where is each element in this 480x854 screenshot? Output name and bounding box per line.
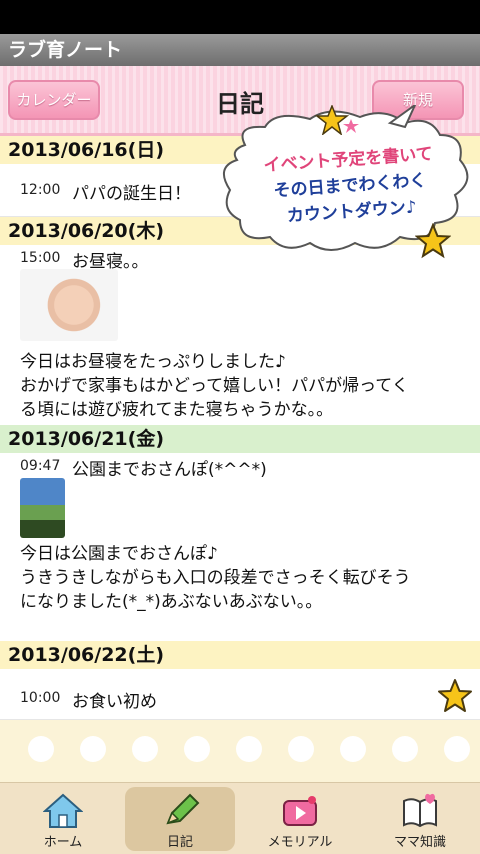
- entry-body: 今日はお昼寝をたっぷりしました♪ おかげで家事もはかどって嬉しい！パパが帰ってく…: [20, 350, 476, 422]
- home-icon: [43, 793, 83, 828]
- status-bar: [0, 0, 480, 34]
- video-icon: [283, 796, 317, 826]
- tab-label: メモリアル: [267, 835, 333, 850]
- body-line: になりました(*_*)あぶないあぶない。。: [20, 592, 323, 612]
- small-star-icon: [343, 119, 359, 133]
- dot-pattern: [0, 720, 480, 782]
- entry-photo: [20, 269, 118, 341]
- entry-photo: [20, 478, 65, 538]
- favorite-star-icon[interactable]: [437, 678, 473, 714]
- body-line: うきうきしながらも入口の段差でさっそく転びそう: [20, 568, 411, 588]
- entry-title: お食い初め: [72, 692, 157, 712]
- entry-time: 15:00: [20, 250, 61, 266]
- entry-body: 今日は公園までおさんぽ♪ うきうきしながらも入口の段差でさっそく転びそう になり…: [20, 542, 476, 614]
- entry-time: 10:00: [20, 690, 61, 706]
- tab-label: ホーム: [43, 835, 83, 850]
- tab-home[interactable]: ホーム: [8, 787, 118, 851]
- entry-title: パパの誕生日！: [72, 184, 191, 204]
- tab-memorial[interactable]: メモリアル: [245, 787, 355, 851]
- entry-time: 09:47: [20, 458, 61, 474]
- body-line: る頃には遊び疲れてまた寝ちゃうかな。。: [20, 400, 334, 420]
- date-header: 2013/06/22(土): [0, 641, 480, 669]
- app-title: ラブ育ノート: [0, 34, 480, 66]
- body-line: 今日は公園までおさんぽ♪: [20, 544, 218, 564]
- tab-bar: ホーム 日記 メモリアル ママ知識: [0, 782, 480, 854]
- star-icon: [415, 223, 451, 259]
- tab-label: ママ知識: [393, 835, 446, 850]
- tab-label: 日記: [166, 835, 193, 850]
- entry-title: 公園までおさんぽ(*^^*): [72, 460, 267, 480]
- entry-time: 12:00: [20, 182, 61, 198]
- book-icon: [403, 793, 437, 828]
- tab-diary[interactable]: 日記: [125, 787, 235, 851]
- pencil-icon: [166, 793, 200, 825]
- body-line: おかげで家事もはかどって嬉しい！パパが帰ってく: [20, 376, 409, 396]
- tab-mama-knowledge[interactable]: ママ知識: [365, 787, 475, 851]
- body-line: 今日はお昼寝をたっぷりしました♪: [20, 352, 286, 372]
- event-callout: イベント予定を書いて その日までわくわく カウントダウン♪: [215, 105, 480, 265]
- date-header: 2013/06/21(金): [0, 425, 480, 453]
